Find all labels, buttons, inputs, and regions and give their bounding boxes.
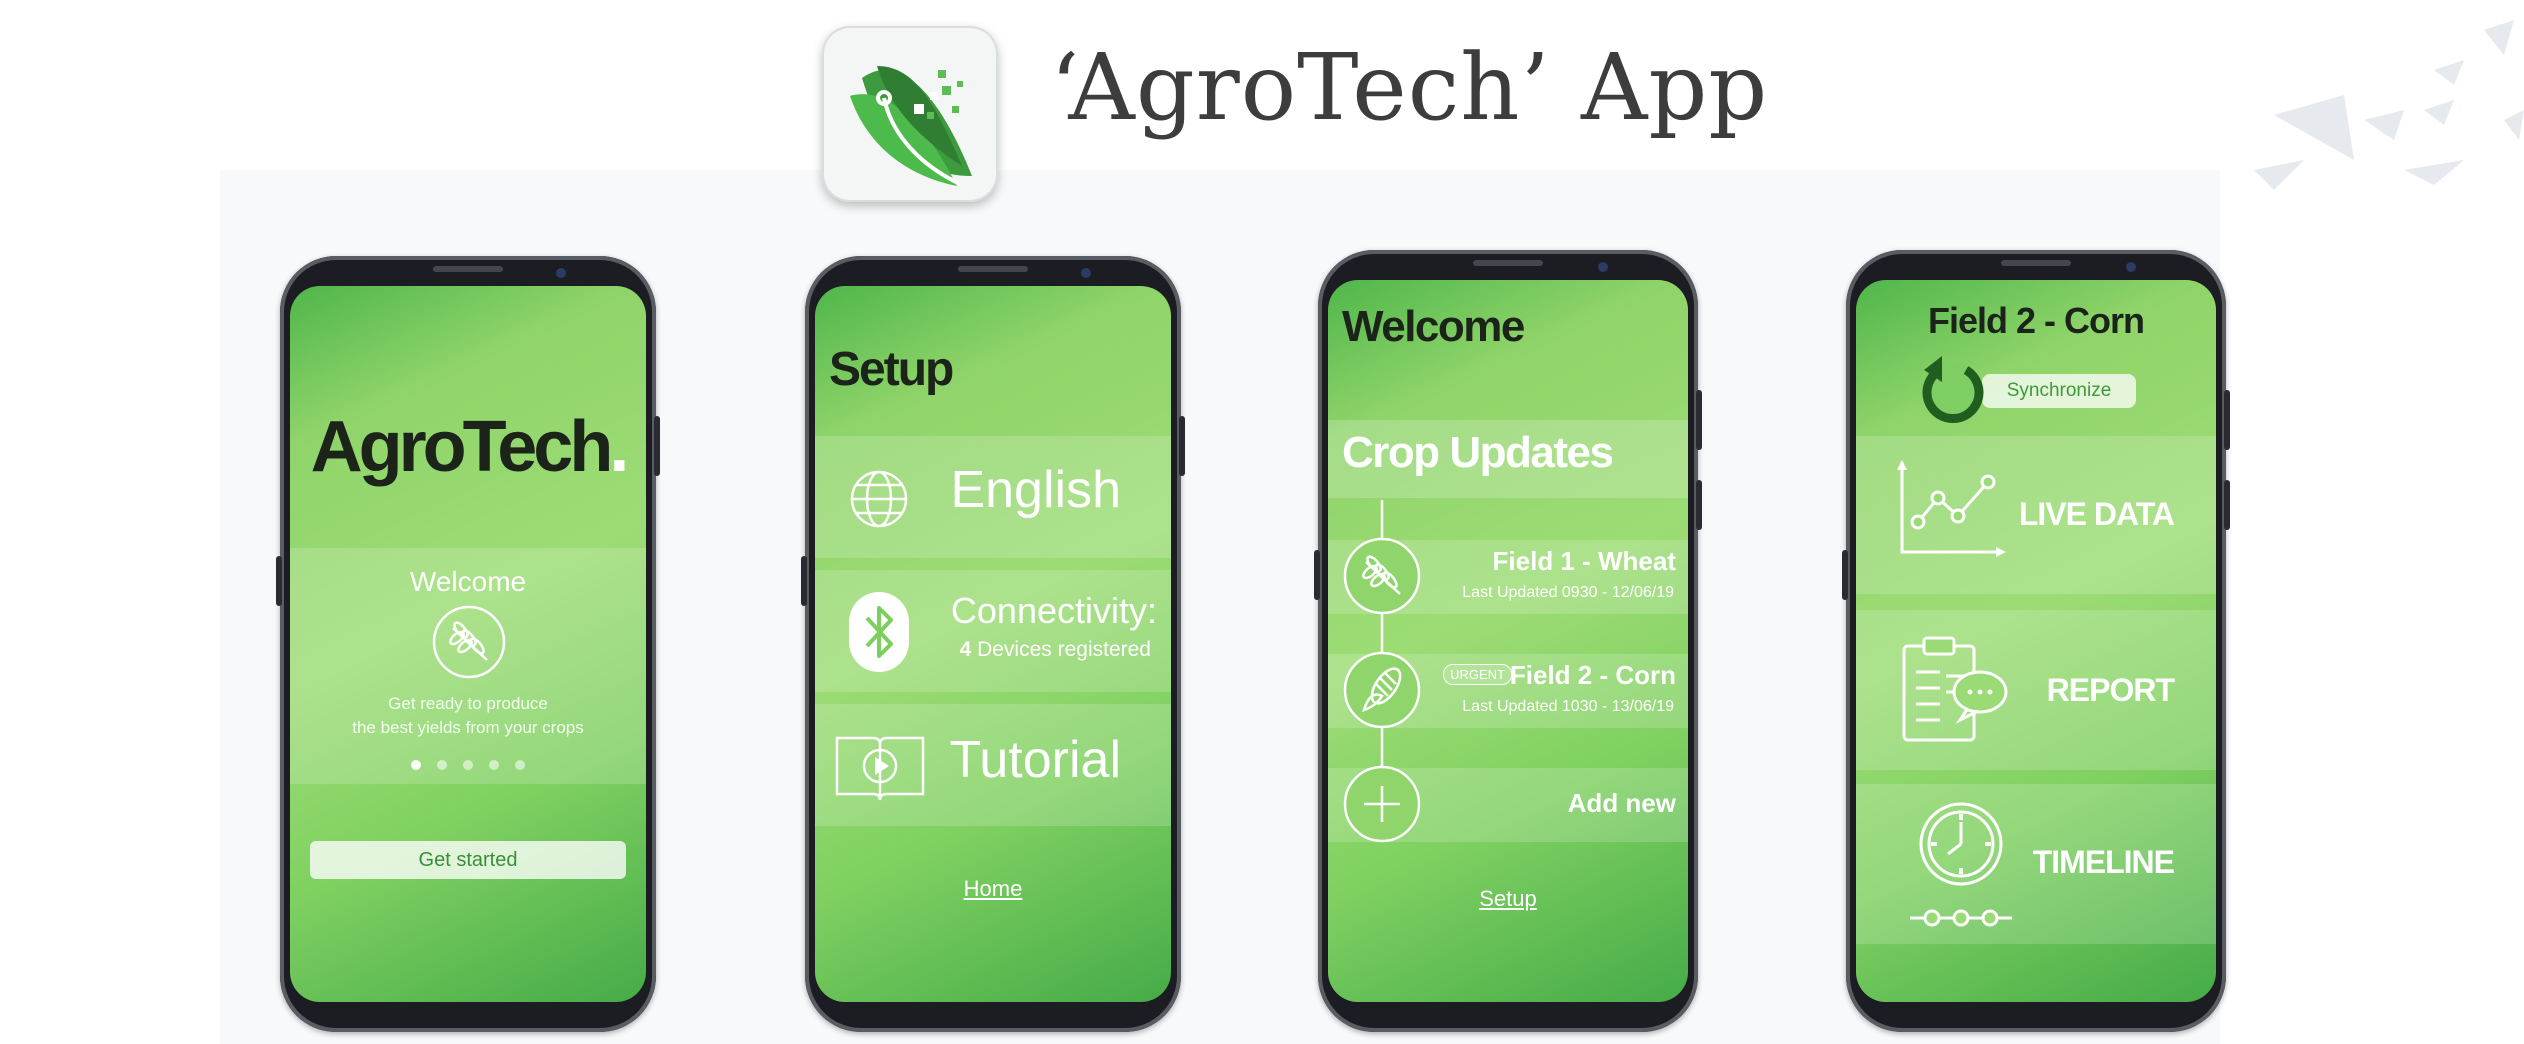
sync-refresh-icon[interactable]	[1920, 352, 1986, 423]
phone-camera	[1598, 262, 1608, 272]
field-title: Field 2 - Corn	[1927, 300, 2145, 341]
phone-speaker	[1473, 260, 1543, 266]
report-label: REPORT	[2046, 672, 2175, 708]
pager-dots[interactable]	[290, 760, 646, 770]
welcome-title: Welcome	[1342, 302, 1525, 351]
phone-welcome-screen: AgroTech. Welcome Get ready to produce t…	[276, 256, 660, 1032]
wheat-icon	[432, 605, 506, 679]
field-2-name: Field 2 - Corn	[1509, 660, 1676, 690]
phone-speaker	[433, 266, 503, 272]
report-clipboard-icon	[1902, 636, 2008, 742]
side-button	[654, 416, 660, 476]
phone-speaker	[958, 266, 1028, 272]
timeline-label: TIMELINE	[2032, 844, 2175, 880]
globe-icon	[850, 470, 908, 528]
side-button	[1842, 550, 1848, 600]
plus-icon[interactable]	[1342, 764, 1422, 844]
field-2-updated: Last Updated 1030 - 13/06/19	[1462, 698, 1674, 715]
side-button	[1696, 390, 1702, 450]
side-button	[2224, 480, 2230, 530]
synchronize-button[interactable]: Synchronize	[1982, 374, 2136, 408]
setup-link[interactable]: Setup	[1328, 886, 1688, 912]
brand-logo-text: AgroTech.	[310, 407, 630, 487]
tutorial-book-icon	[835, 736, 925, 801]
side-button	[1696, 480, 1702, 530]
urgent-badge: URGENT	[1443, 664, 1512, 685]
line-chart-icon	[1897, 460, 2006, 557]
side-button	[1179, 416, 1185, 476]
phone-camera	[2126, 262, 2136, 272]
wheat-icon	[1343, 537, 1421, 615]
phone-setup-screen: Setup English Connectivity: 4 Devices re…	[801, 256, 1185, 1032]
pager-dot[interactable]	[515, 760, 525, 770]
connectivity-label: Connectivity:	[950, 590, 1157, 631]
bluetooth-icon	[849, 592, 909, 672]
phone-screen: AgroTech. Welcome Get ready to produce t…	[290, 286, 646, 1002]
setup-title: Setup	[829, 343, 954, 396]
devices-registered-text: 4 Devices registered	[959, 638, 1151, 661]
page-title: ‘AgroTech’ App	[1050, 34, 1769, 141]
crop-updates-heading: Crop Updates	[1342, 428, 1614, 477]
decorative-triangles	[2254, 20, 2524, 190]
timeline-clock-icon	[1910, 802, 2012, 927]
phone-screen: Welcome Crop Updates Field 1 - Wheat Las…	[1328, 280, 1688, 1002]
field-1-updated: Last Updated 0930 - 12/06/19	[1462, 584, 1674, 601]
welcome-subtitle: Get ready to produce the best yields fro…	[352, 694, 584, 737]
corn-icon	[1343, 651, 1421, 729]
phone-camera	[556, 268, 566, 278]
side-button	[801, 556, 807, 606]
pager-dot[interactable]	[411, 760, 421, 770]
app-logo-icon	[822, 26, 998, 202]
add-new-label[interactable]: Add new	[1568, 788, 1676, 819]
pager-dot[interactable]	[463, 760, 473, 770]
phone-screen: Field 2 - Corn Synchronize LIVE DATA REP…	[1856, 280, 2216, 1002]
field-1-name: Field 1 - Wheat	[1492, 546, 1676, 576]
get-started-button[interactable]: Get started	[310, 841, 626, 879]
phone-camera	[1081, 268, 1091, 278]
phone-screen: Setup English Connectivity: 4 Devices re…	[815, 286, 1171, 1002]
home-link[interactable]: Home	[815, 876, 1171, 902]
language-label: English	[950, 461, 1121, 519]
phone-crop-updates-screen: Welcome Crop Updates Field 1 - Wheat Las…	[1314, 250, 1702, 1032]
phone-field-dashboard-screen: Field 2 - Corn Synchronize LIVE DATA REP…	[1842, 250, 2230, 1032]
live-data-label: LIVE DATA	[2018, 496, 2175, 532]
pager-dot[interactable]	[437, 760, 447, 770]
welcome-heading: Welcome	[409, 566, 527, 597]
side-button	[1314, 550, 1320, 600]
pager-dot[interactable]	[489, 760, 499, 770]
tutorial-label: Tutorial	[949, 731, 1121, 789]
side-button	[276, 556, 282, 606]
side-button	[2224, 390, 2230, 450]
phone-speaker	[2001, 260, 2071, 266]
